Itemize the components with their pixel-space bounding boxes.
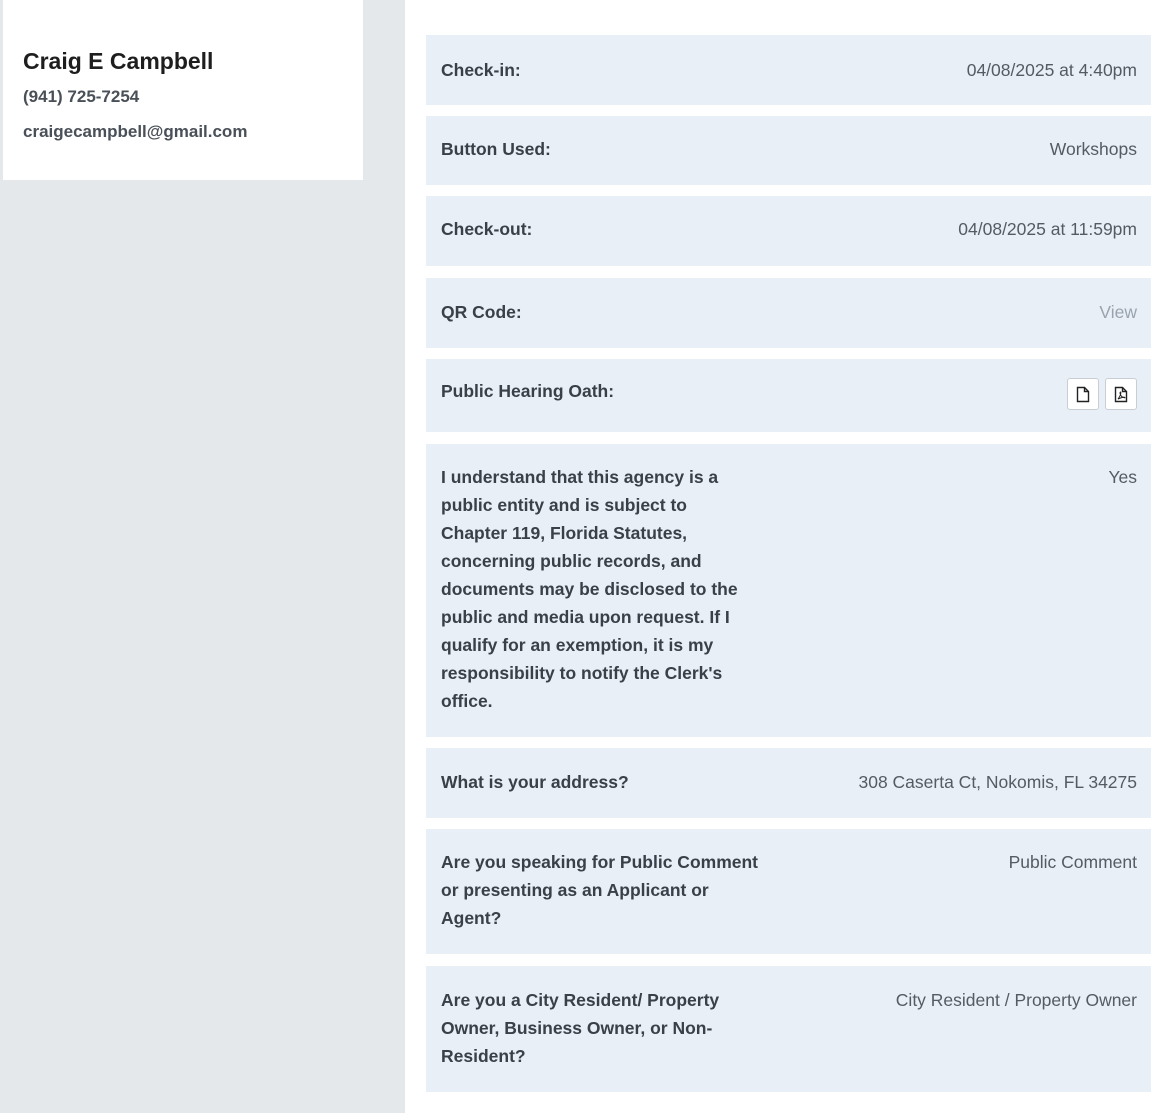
contact-card: Craig E Campbell (941) 725-7254 craigeca… — [3, 0, 363, 180]
contact-email[interactable]: craigecampbell@gmail.com — [23, 122, 363, 142]
public-records-line: I understand that this agency is a — [441, 467, 719, 487]
checkin-value: 04/08/2025 at 4:40pm — [966, 60, 1137, 80]
file-icon[interactable] — [1067, 378, 1099, 410]
contact-name: Craig E Campbell — [23, 48, 214, 74]
speaking-row: Are you speaking for Public Comment or p… — [426, 829, 1151, 954]
resident-row: Are you a City Resident/ Property Owner,… — [426, 966, 1151, 1092]
speaking-line: Are you speaking for Public Comment — [441, 852, 758, 872]
speaking-line: or presenting as an Applicant or — [441, 880, 709, 900]
checkin-details: Check-in: 04/08/2025 at 4:40pm Button Us… — [405, 0, 1171, 1113]
public-records-row: I understand that this agency is a publi… — [426, 444, 1151, 737]
speaking-line: Agent? — [441, 908, 502, 928]
button-used-label: Button Used: — [441, 139, 551, 159]
public-records-line: public and media upon request. If I — [441, 607, 730, 627]
resident-line: Are you a City Resident/ Property — [441, 990, 720, 1010]
public-records-value: Yes — [1108, 467, 1137, 487]
qr-code-label: QR Code: — [441, 302, 522, 322]
checkin-label: Check-in: — [441, 60, 521, 80]
public-records-label: I understand that this agency is a publi… — [441, 463, 738, 715]
public-records-line: public entity and is subject to — [441, 495, 687, 515]
contact-sidebar: Craig E Campbell (941) 725-7254 craigeca… — [0, 0, 405, 1113]
qr-code-row: QR Code: View — [426, 278, 1151, 348]
checkin-row: Check-in: 04/08/2025 at 4:40pm — [426, 35, 1151, 105]
contact-phone[interactable]: (941) 725-7254 — [23, 87, 363, 107]
resident-line: Owner, Business Owner, or Non- — [441, 1018, 713, 1038]
button-used-value: Workshops — [1049, 139, 1137, 159]
oath-file-buttons — [1067, 378, 1137, 410]
public-records-line: responsibility to notify the Clerk's — [441, 663, 723, 683]
public-records-line: documents may be disclosed to the — [441, 579, 738, 599]
resident-line: Resident? — [441, 1046, 526, 1066]
checkout-row: Check-out: 04/08/2025 at 11:59pm — [426, 196, 1151, 266]
speaking-value: Public Comment — [1008, 852, 1137, 872]
resident-label: Are you a City Resident/ Property Owner,… — [441, 986, 719, 1070]
public-records-line: concerning public records, and — [441, 551, 702, 571]
button-used-row: Button Used: Workshops — [426, 116, 1151, 185]
address-label: What is your address? — [441, 772, 629, 792]
address-row: What is your address? 308 Caserta Ct, No… — [426, 748, 1151, 818]
pdf-icon[interactable] — [1105, 378, 1137, 410]
checkout-label: Check-out: — [441, 219, 533, 239]
oath-label: Public Hearing Oath: — [441, 381, 615, 401]
resident-value: City Resident / Property Owner — [895, 990, 1137, 1010]
public-records-line: qualify for an exemption, it is my — [441, 635, 714, 655]
qr-code-view-link[interactable]: View — [1099, 298, 1137, 326]
checkout-value: 04/08/2025 at 11:59pm — [958, 219, 1137, 239]
address-value: 308 Caserta Ct, Nokomis, FL 34275 — [858, 772, 1137, 792]
speaking-label: Are you speaking for Public Comment or p… — [441, 848, 758, 932]
public-records-line: office. — [441, 691, 493, 711]
public-records-line: Chapter 119, Florida Statutes, — [441, 523, 688, 543]
oath-row: Public Hearing Oath: — [426, 359, 1151, 432]
